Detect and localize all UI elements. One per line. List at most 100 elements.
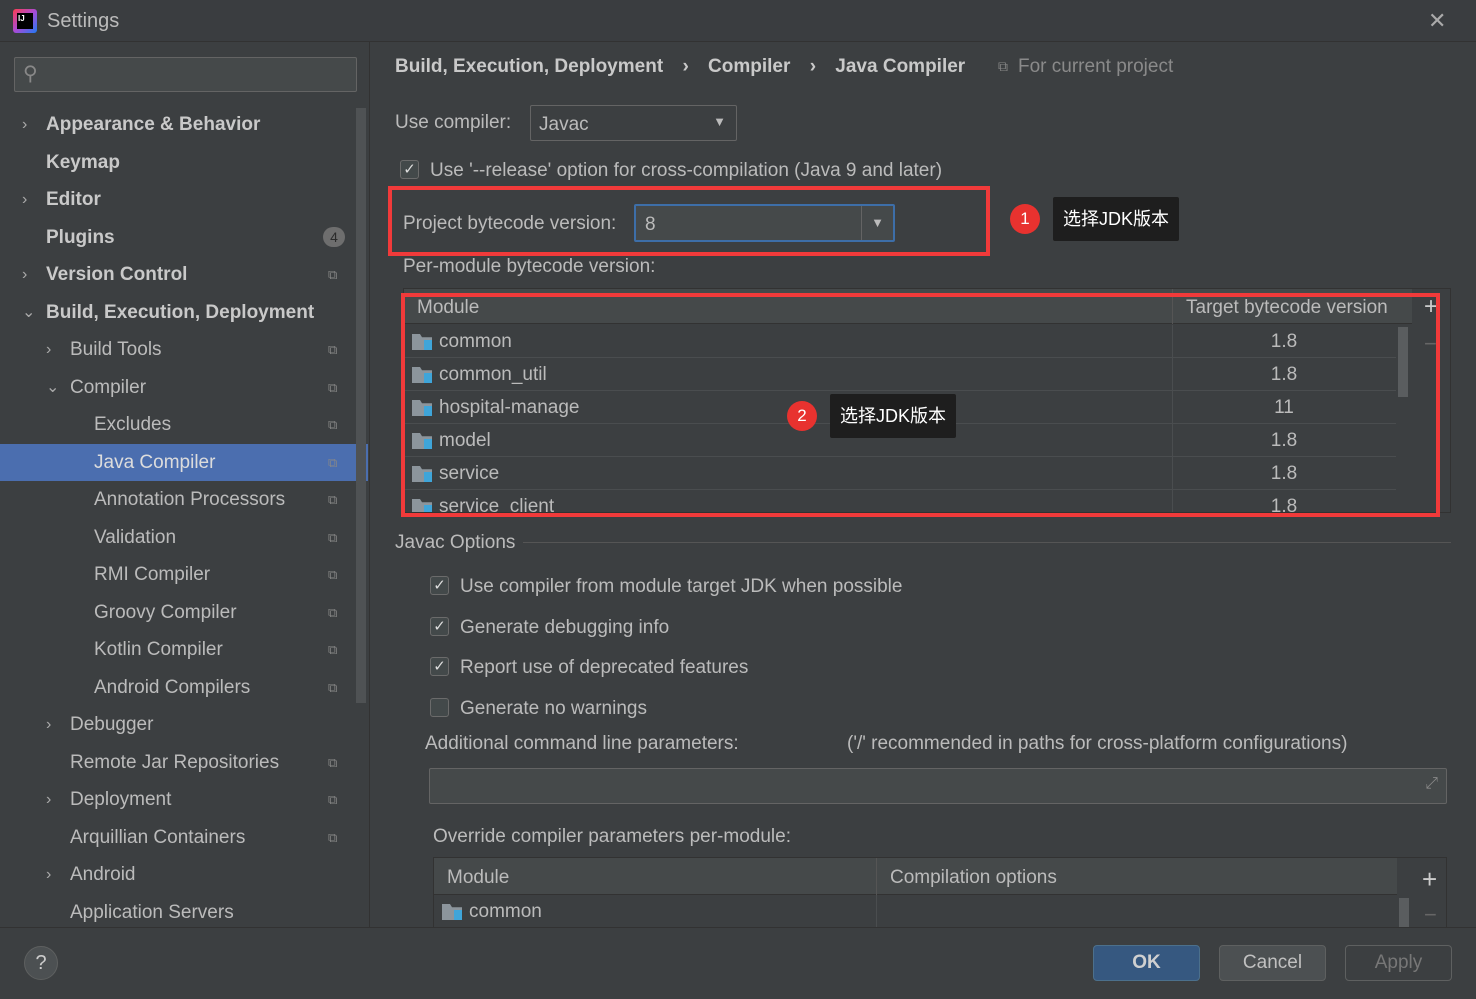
javac-options-title: Javac Options [395, 532, 516, 553]
ok-button[interactable]: OK [1093, 945, 1200, 981]
sidebar-item-kotlin-compiler[interactable]: Kotlin Compiler ⧉ [0, 631, 368, 668]
sidebar-item-keymap[interactable]: Keymap [0, 144, 368, 181]
release-option-checkbox[interactable]: ✓ [400, 160, 419, 179]
chevron-down-icon[interactable]: ⌄ [22, 294, 35, 331]
option-checkbox[interactable]: ✓ [430, 616, 449, 636]
chevron-right-icon[interactable]: › [22, 106, 27, 143]
sidebar-item-label: Debugger [70, 714, 154, 735]
compiler-select[interactable]: Javac ▼ [530, 105, 737, 141]
release-option-label: Use '--release' option for cross-compila… [430, 160, 943, 181]
sidebar-item-compiler[interactable]: ⌄ Compiler ⧉ [0, 369, 368, 406]
search-input[interactable]: ⚲ [14, 57, 357, 92]
option-label: Report use of deprecated features [460, 657, 749, 678]
expand-icon[interactable]: ⤢ [1425, 775, 1438, 793]
sidebar-item-label: Arquillian Containers [70, 826, 246, 848]
project-scope-icon: ⧉ [328, 454, 338, 470]
sidebar-item-groovy-compiler[interactable]: Groovy Compiler ⧉ [0, 594, 368, 631]
add-button[interactable]: + [1422, 864, 1437, 895]
compiler-label: Use compiler: [395, 112, 512, 133]
module-folder-icon [442, 904, 462, 920]
sidebar-item-label: Annotation Processors [94, 489, 286, 510]
apply-button[interactable]: Apply [1345, 945, 1452, 981]
project-scope-icon: ⧉ [328, 642, 338, 657]
sidebar-item-deployment[interactable]: › Deployment ⧉ [0, 781, 368, 818]
annotation-tooltip: 选择JDK版本 [1053, 197, 1180, 241]
annotation-number: 1 [1010, 204, 1040, 234]
table-row[interactable]: common [434, 895, 1397, 928]
project-scope-icon: ⧉ [328, 379, 338, 395]
sidebar-item-label: Remote Jar Repositories [70, 751, 280, 773]
project-scope-icon: ⧉ [328, 342, 338, 357]
chevron-right-icon[interactable]: › [22, 181, 27, 218]
sidebar-item-editor[interactable]: › Editor [0, 181, 368, 218]
sidebar-item-build-tools[interactable]: › Build Tools ⧉ [0, 331, 368, 368]
project-scope-icon: ⧉ [328, 492, 338, 507]
override-label: Override compiler parameters per-module: [433, 826, 791, 847]
divider [523, 542, 1451, 543]
sidebar-item-arquillian-containers[interactable]: Arquillian Containers ⧉ [0, 819, 368, 856]
project-scope-icon: ⧉ [328, 604, 338, 620]
sidebar-item-annotation-processors[interactable]: Annotation Processors ⧉ [0, 481, 368, 518]
sidebar-item-plugins[interactable]: Plugins 4 [0, 219, 368, 256]
sidebar-item-remote-jar-repositories[interactable]: Remote Jar Repositories ⧉ [0, 744, 368, 781]
sidebar-item-validation[interactable]: Validation ⧉ [0, 519, 368, 556]
sidebar-item-label: Java Compiler [94, 451, 216, 473]
table-scrollbar[interactable] [1399, 898, 1409, 928]
chevron-down-icon: ▼ [713, 114, 726, 129]
sidebar-scrollbar[interactable] [356, 108, 366, 703]
sidebar-item-label: Groovy Compiler [94, 601, 237, 623]
breadcrumb: Build, Execution, Deployment › Compiler … [395, 56, 966, 77]
breadcrumb-item[interactable]: Build, Execution, Deployment [395, 56, 663, 77]
sidebar-item-label: Application Servers [70, 901, 234, 923]
option-checkbox[interactable] [430, 697, 449, 717]
option-checkbox[interactable]: ✓ [430, 657, 449, 676]
project-scope-icon: ⧉ [328, 829, 338, 845]
option-checkbox[interactable]: ✓ [430, 576, 449, 595]
sidebar-item-version-control[interactable]: › Version Control ⧉ [0, 256, 368, 293]
project-scope-icon: ⧉ [328, 792, 338, 807]
sidebar-item-label: RMI Compiler [94, 564, 211, 585]
update-count-badge: 4 [323, 226, 345, 247]
chevron-right-icon[interactable]: › [46, 856, 51, 893]
sidebar-item-label: Kotlin Compiler [94, 639, 223, 660]
sidebar-item-label: Validation [94, 526, 177, 548]
sidebar-item-excludes[interactable]: Excludes ⧉ [0, 406, 368, 443]
scope-label: For current project [1018, 56, 1174, 77]
chevron-down-icon[interactable]: ⌄ [46, 369, 59, 406]
sidebar-item-label: Plugins [46, 226, 115, 248]
intellij-logo-icon: IJ [13, 9, 37, 33]
help-button[interactable]: ? [24, 946, 58, 980]
option-label: Use compiler from module target JDK when… [460, 576, 903, 597]
sidebar-item-android[interactable]: › Android [0, 856, 368, 893]
close-button[interactable]: ✕ [1428, 8, 1446, 34]
chevron-right-icon[interactable]: › [46, 706, 51, 743]
sidebar-item-label: Build, Execution, Deployment [46, 301, 315, 323]
sidebar-item-build-execution-deployment[interactable]: ⌄ Build, Execution, Deployment [0, 294, 368, 331]
bytecode-select[interactable]: 8 ▼ [634, 204, 895, 242]
sidebar-item-java-compiler[interactable]: Java Compiler ⧉ [0, 443, 368, 481]
sidebar-item-android-compilers[interactable]: Android Compilers ⧉ [0, 669, 368, 706]
sidebar-item-application-servers[interactable]: Application Servers [0, 894, 368, 931]
sidebar-item-rmi-compiler[interactable]: RMI Compiler ⧉ [0, 556, 368, 593]
project-scope-icon: ⧉ [328, 529, 338, 545]
chevron-right-icon[interactable]: › [46, 781, 51, 818]
sidebar-item-label: Editor [46, 189, 101, 210]
sidebar-item-label: Excludes [94, 414, 172, 435]
table-header: Module Compilation options [434, 858, 1397, 895]
sidebar-item-label: Android Compilers [94, 676, 251, 698]
project-scope-icon: ⧉ [328, 679, 338, 695]
breadcrumb-item[interactable]: Java Compiler [835, 56, 965, 77]
chevron-right-icon[interactable]: › [22, 256, 27, 293]
remove-button[interactable]: − [1424, 902, 1437, 928]
breadcrumb-item[interactable]: Compiler [708, 56, 790, 77]
sidebar-item-appearance-behavior[interactable]: › Appearance & Behavior [0, 106, 368, 143]
annotation-number: 2 [787, 401, 817, 431]
sidebar-item-debugger[interactable]: › Debugger [0, 706, 368, 743]
project-scope-icon: ⧉ [328, 567, 338, 582]
chevron-right-icon[interactable]: › [46, 331, 51, 368]
params-input[interactable]: ⤢ [429, 768, 1447, 804]
params-hint: ('/' recommended in paths for cross-plat… [847, 733, 1348, 754]
sidebar-item-label: Build Tools [70, 339, 162, 360]
cancel-button[interactable]: Cancel [1219, 945, 1326, 981]
bytecode-label: Project bytecode version: [403, 213, 617, 234]
